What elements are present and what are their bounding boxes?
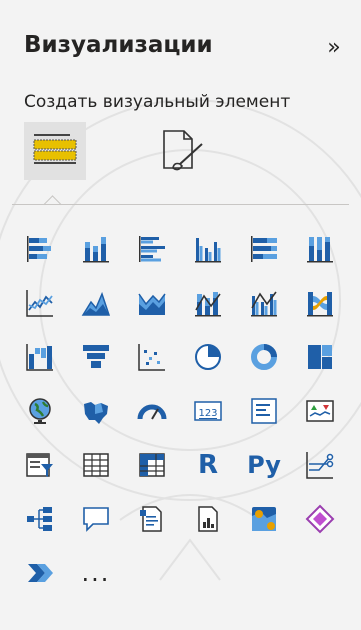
stacked-bar-chart-button[interactable] [13, 222, 67, 276]
table-icon [83, 453, 109, 477]
scatter-chart-button[interactable] [125, 330, 179, 384]
pane-tabs [24, 122, 344, 182]
ellipsis-icon: ... [81, 559, 111, 587]
matrix-button[interactable] [125, 438, 179, 492]
line-and-clustered-column-chart-button[interactable] [237, 276, 291, 330]
card-value-label: 123 [198, 408, 217, 419]
100-stacked-bar-chart-button[interactable] [237, 222, 291, 276]
funnel-icon [83, 345, 109, 368]
decomposition-tree-button[interactable] [13, 492, 67, 546]
paginated-report-button[interactable] [181, 492, 235, 546]
tabs-divider [12, 204, 349, 205]
format-visual-tab[interactable] [150, 122, 212, 180]
gauge-button[interactable] [125, 384, 179, 438]
stacked-bar-icon [27, 236, 51, 262]
full-stacked-bar-icon [251, 236, 277, 262]
filled-map-button[interactable] [69, 384, 123, 438]
100-stacked-column-chart-button[interactable] [293, 222, 347, 276]
treemap-icon [308, 345, 332, 369]
paginated-report-icon [198, 506, 218, 532]
ribbon-chart-button[interactable] [293, 276, 347, 330]
azure-map-icon [252, 507, 276, 531]
line-chart-icon [26, 290, 53, 317]
power-automate-button[interactable] [13, 546, 67, 600]
line-stacked-column-icon [195, 292, 221, 317]
globe-map-icon [29, 398, 51, 424]
donut-chart-button[interactable] [237, 330, 291, 384]
table-fields-icon [33, 134, 77, 164]
card-button[interactable]: 123 [181, 384, 235, 438]
visual-types-grid: 123 R Py ... [13, 222, 353, 600]
table-button[interactable] [69, 438, 123, 492]
full-stacked-column-icon [307, 237, 333, 263]
r-icon: R [197, 450, 219, 480]
area-chart-button[interactable] [69, 276, 123, 330]
waterfall-chart-button[interactable] [13, 330, 67, 384]
key-influencers-icon [306, 452, 334, 479]
pane-title: Визуализации [24, 32, 213, 58]
pane-header: Визуализации » [24, 30, 351, 70]
clustered-column-icon [195, 238, 221, 263]
key-influencers-button[interactable] [293, 438, 347, 492]
line-and-stacked-column-chart-button[interactable] [181, 276, 235, 330]
collapse-pane-button[interactable]: » [317, 30, 351, 64]
stacked-column-chart-button[interactable] [69, 222, 123, 276]
funnel-chart-button[interactable] [69, 330, 123, 384]
multi-row-card-button[interactable] [237, 384, 291, 438]
matrix-icon [139, 453, 165, 477]
double-chevron-right-icon: » [327, 34, 341, 60]
stacked-column-icon [83, 237, 109, 263]
pie-chart-button[interactable] [181, 330, 235, 384]
donut-chart-icon [251, 344, 277, 370]
line-clustered-column-icon [251, 291, 277, 317]
power-automate-icon [28, 564, 53, 582]
clustered-bar-icon [139, 236, 165, 262]
pie-chart-icon [195, 344, 221, 370]
azure-map-button[interactable] [237, 492, 291, 546]
more-visuals-button[interactable]: ... [69, 546, 123, 600]
build-visual-subtitle: Создать визуальный элемент [24, 92, 291, 112]
slicer-button[interactable] [13, 438, 67, 492]
map-button[interactable] [13, 384, 67, 438]
area-chart-icon [81, 291, 111, 316]
format-page-brush-icon [163, 130, 203, 171]
q-and-a-button[interactable] [69, 492, 123, 546]
smart-narrative-button[interactable] [125, 492, 179, 546]
waterfall-icon [26, 344, 53, 371]
build-visual-tab[interactable] [24, 122, 86, 180]
line-chart-button[interactable] [13, 276, 67, 330]
stacked-area-icon [138, 293, 166, 315]
r-script-visual-button[interactable]: R [181, 438, 235, 492]
visualizations-pane: Визуализации » Создать визуальный элемен… [0, 0, 361, 630]
kpi-button[interactable] [293, 384, 347, 438]
scatter-icon [138, 344, 165, 371]
treemap-button[interactable] [293, 330, 347, 384]
narrative-document-icon [140, 506, 162, 532]
clustered-column-chart-button[interactable] [181, 222, 235, 276]
multi-row-card-icon [251, 398, 277, 424]
decomposition-tree-icon [27, 507, 52, 531]
speech-bubble-icon [83, 507, 109, 532]
python-visual-button[interactable]: Py [237, 438, 291, 492]
power-apps-icon [305, 504, 335, 534]
slicer-icon [26, 453, 53, 477]
kpi-icon [306, 400, 334, 422]
stacked-area-chart-button[interactable] [125, 276, 179, 330]
clustered-bar-chart-button[interactable] [125, 222, 179, 276]
card-123-icon: 123 [194, 401, 222, 421]
python-icon: Py [247, 451, 281, 479]
power-apps-button[interactable] [293, 492, 347, 546]
gauge-icon [137, 404, 167, 420]
ribbon-chart-icon [307, 292, 333, 317]
filled-map-icon [84, 402, 108, 424]
